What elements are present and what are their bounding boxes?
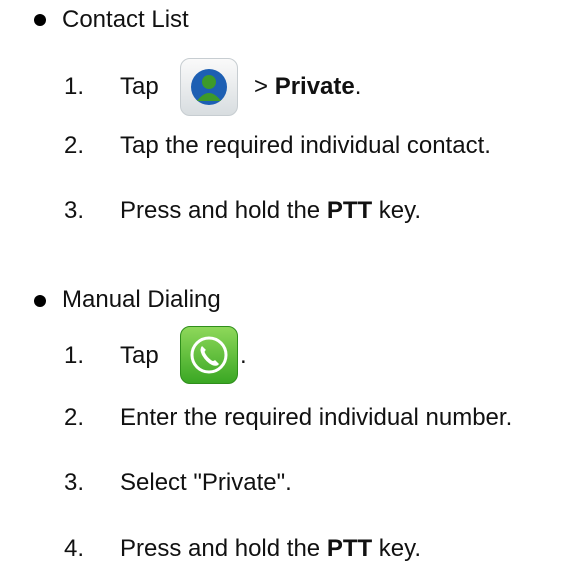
step-number: 2. [64,132,85,159]
step-text-post: . [240,342,247,369]
step-text-bold: Private [274,73,355,100]
step-text-post: key. [372,197,422,224]
step-text: Enter the required individual number. [120,404,513,431]
phone-icon [190,336,228,374]
step-number: 4. [64,535,85,562]
phone-app-icon[interactable] [180,326,238,384]
bullet [34,295,46,307]
step-number: 2. [64,404,85,431]
step-text-post: key. [372,535,422,562]
contacts-icon [191,69,227,105]
step-number: 1. [64,342,85,369]
step-number: 1. [64,73,85,100]
step-text-bold: PTT [326,197,373,224]
step-text: Select "Private". [120,469,292,496]
step-text: Press and hold the PTT key. [120,534,421,564]
contacts-app-icon[interactable] [180,58,238,116]
step-text-bold: PTT [326,535,373,562]
bullet [34,14,46,26]
step-text-post: > Private. [254,72,361,102]
section-title: Contact List [62,6,189,33]
step-text-post-suffix: . [354,73,362,100]
step-text: Tap [120,341,159,371]
step-text-pre: Tap [120,342,159,369]
step-number: 3. [64,197,85,224]
step-text: Tap the required individual contact. [120,132,491,159]
step-text-post-prefix: > [254,73,275,100]
step-text: Press and hold the PTT key. [120,196,421,226]
step-text: Tap [120,72,159,102]
step-number: 3. [64,469,85,496]
step-text-pre: Press and hold the [120,197,327,224]
step-text-pre: Press and hold the [120,535,327,562]
section-title: Manual Dialing [62,286,221,313]
step-text-pre: Tap [120,73,159,100]
